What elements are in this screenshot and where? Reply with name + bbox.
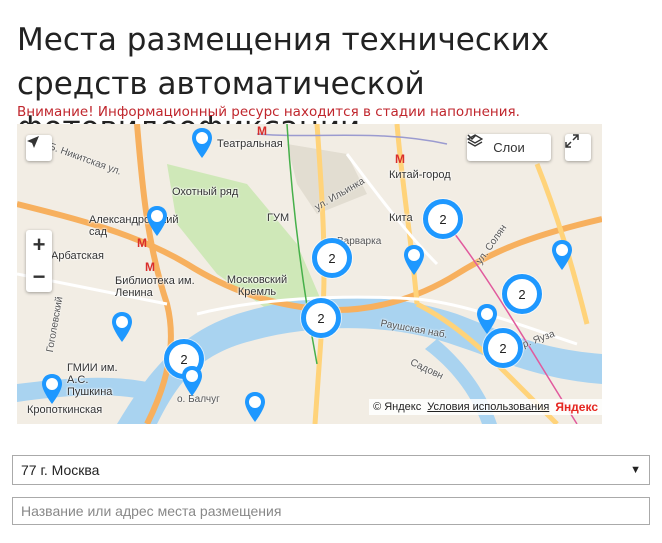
- layers-button[interactable]: Слои: [467, 134, 551, 161]
- metro-icon: М: [145, 260, 155, 274]
- placemark-pin[interactable]: [42, 374, 62, 404]
- placemark-pin[interactable]: [245, 392, 265, 422]
- expand-icon: [565, 134, 579, 148]
- label-kreml: Московский Кремль: [226, 274, 288, 298]
- placemark-pin[interactable]: [552, 240, 572, 270]
- region-select-value: 77 г. Москва: [21, 462, 100, 478]
- cluster-marker[interactable]: 2: [502, 274, 542, 314]
- copyright-text: © Яндекс: [373, 401, 422, 413]
- geolocation-button[interactable]: [26, 135, 52, 161]
- layers-label: Слои: [493, 140, 525, 155]
- label-kropotkinskaya: Кропоткинская: [27, 404, 103, 416]
- zoom-in-button[interactable]: +: [26, 230, 52, 260]
- label-arbatskaya: Арбатская: [51, 250, 104, 262]
- cluster-marker[interactable]: 2: [312, 238, 352, 278]
- chevron-down-icon: [467, 134, 477, 140]
- placemark-pin[interactable]: [404, 245, 424, 275]
- metro-icon: М: [137, 236, 147, 250]
- zoom-control: + −: [26, 230, 52, 292]
- label-gum: ГУМ: [267, 212, 290, 224]
- cluster-marker[interactable]: 2: [301, 298, 341, 338]
- location-arrow-icon: [27, 136, 39, 148]
- yandex-logo[interactable]: Яндекс: [555, 400, 598, 414]
- placemark-pin[interactable]: [112, 312, 132, 342]
- terms-link[interactable]: Условия использования: [427, 401, 549, 413]
- cluster-marker[interactable]: 2: [483, 328, 523, 368]
- placemark-pin[interactable]: [147, 206, 167, 236]
- placemark-pin[interactable]: [192, 128, 212, 158]
- metro-icon: М: [257, 124, 267, 138]
- placemark-pin[interactable]: [182, 366, 202, 396]
- label-kita: Кита: [389, 212, 413, 224]
- address-search-input[interactable]: [12, 497, 650, 525]
- cluster-marker[interactable]: 2: [423, 199, 463, 239]
- zoom-out-button[interactable]: −: [26, 262, 52, 292]
- label-biblioteka: Библиотека им. Ленина: [115, 275, 195, 299]
- fullscreen-button[interactable]: [565, 134, 591, 161]
- map[interactable]: Театральная Охотный ряд Китай-город Алек…: [17, 124, 602, 424]
- placemark-pin[interactable]: [477, 304, 497, 334]
- dropdown-arrow-icon: ▼: [630, 464, 641, 476]
- label-teatralnaya: Театральная: [217, 138, 283, 150]
- warning-message: Внимание! Информационный ресурс находитс…: [17, 104, 520, 120]
- region-select[interactable]: 77 г. Москва ▼: [12, 455, 650, 485]
- label-aleksandrovsky: Александровский сад: [89, 214, 179, 238]
- label-kitay-gorod: Китай-город: [389, 169, 451, 181]
- map-copyright: © Яндекс Условия использования Яндекс: [369, 399, 602, 415]
- metro-icon: М: [395, 152, 405, 166]
- label-gmii: ГМИИ им. А.С. Пушкина: [67, 362, 118, 398]
- label-okhotny: Охотный ряд: [172, 186, 239, 198]
